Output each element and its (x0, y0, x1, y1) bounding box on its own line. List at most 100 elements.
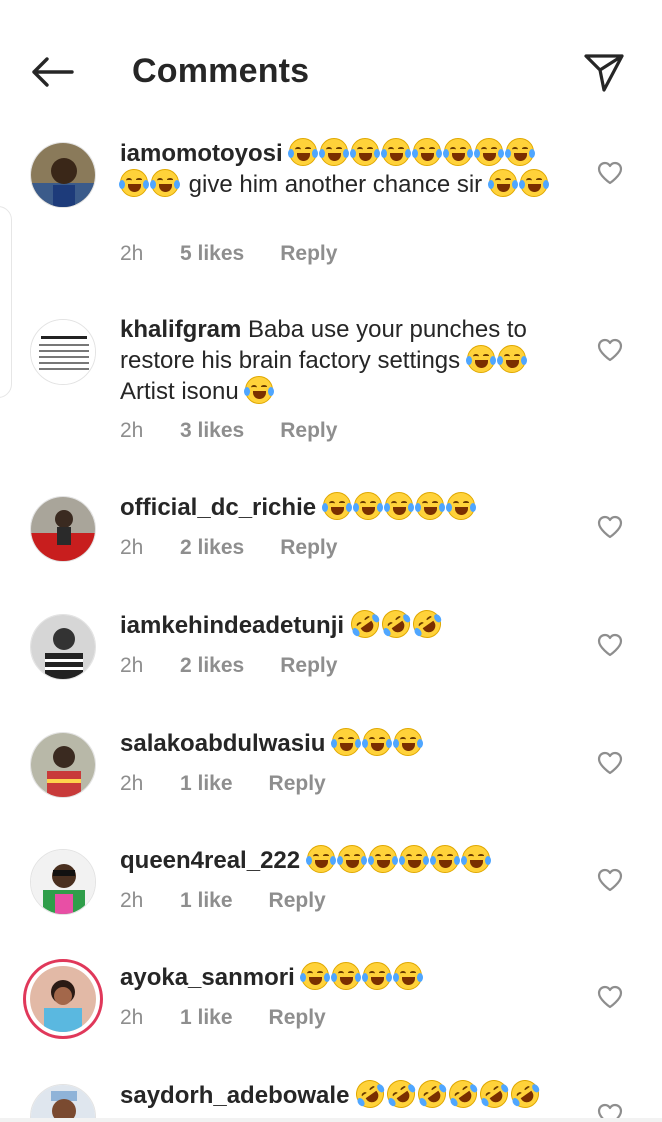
joy-emoji-icon (383, 492, 414, 520)
joy-emoji-icon (362, 962, 393, 990)
rofl-emoji-icon (407, 604, 447, 644)
heart-icon (597, 633, 623, 657)
avatar[interactable] (30, 142, 96, 208)
joy-emoji-icon (518, 169, 549, 197)
like-button[interactable] (596, 867, 624, 893)
rofl-emoji-icon (505, 1080, 545, 1114)
reply-button[interactable]: Reply (280, 242, 337, 266)
avatar[interactable] (30, 1084, 96, 1122)
joy-emoji-icon (487, 169, 518, 197)
heart-icon (597, 515, 623, 539)
joy-emoji-icon (414, 492, 445, 520)
joy-emoji-icon (496, 345, 527, 373)
comment-username[interactable]: iamomotoyosi (120, 140, 283, 167)
like-button[interactable] (596, 632, 624, 658)
comment-meta: 2h 5 likes Reply (120, 242, 337, 266)
comment-username[interactable]: salakoabdulwasiu (120, 730, 325, 757)
likes-count[interactable]: 3 likes (180, 419, 244, 443)
comment-meta: 2h 1 like Reply (120, 889, 326, 913)
likes-count[interactable]: 1 like (180, 1006, 233, 1030)
joy-emoji-icon (321, 492, 352, 520)
comment-username[interactable]: ayoka_sanmori (120, 964, 295, 991)
joy-emoji-icon (381, 138, 412, 166)
comment-username[interactable]: iamkehindeadetunji (120, 612, 344, 639)
heart-icon (597, 868, 623, 892)
comment-text: khalifgram Baba use your punches to rest… (120, 315, 560, 407)
comment-time: 2h (120, 1006, 144, 1029)
comment-time: 2h (120, 654, 144, 677)
joy-emoji-icon (443, 138, 474, 166)
comment-time: 2h (120, 889, 144, 912)
heart-icon (597, 985, 623, 1009)
page-title: Comments (132, 52, 310, 90)
comment-text: ayoka_sanmori (120, 962, 560, 993)
joy-emoji-icon (244, 376, 275, 404)
avatar[interactable] (30, 849, 96, 915)
heart-icon (597, 751, 623, 775)
comment-body: give him another chance sir (188, 171, 483, 198)
comment-username[interactable]: khalifgram (120, 316, 241, 343)
comment-text: iamomotoyosi give him another chance sir (119, 138, 560, 200)
arrow-left-icon (32, 57, 74, 87)
reply-button[interactable]: Reply (280, 654, 337, 678)
back-button[interactable] (26, 50, 78, 94)
heart-icon (597, 161, 623, 185)
comment-meta: 2h 3 likes Reply (120, 419, 337, 443)
joy-emoji-icon (305, 845, 336, 873)
reply-button[interactable]: Reply (280, 419, 337, 443)
like-button[interactable] (596, 337, 624, 363)
likes-count[interactable]: 1 like (180, 772, 233, 796)
comment-text: salakoabdulwasiu (120, 728, 560, 759)
avatar-with-story-ring[interactable] (23, 959, 103, 1039)
joy-emoji-icon (336, 845, 367, 873)
joy-emoji-icon (393, 728, 424, 756)
likes-count[interactable]: 2 likes (180, 536, 244, 560)
comment-body-continued: Artist isonu (120, 378, 239, 405)
likes-count[interactable]: 1 like (180, 889, 233, 913)
joy-emoji-icon (352, 492, 383, 520)
joy-emoji-icon (319, 138, 350, 166)
joy-emoji-icon (367, 845, 398, 873)
joy-emoji-icon (474, 138, 505, 166)
joy-emoji-icon (398, 845, 429, 873)
comment-username[interactable]: queen4real_222 (120, 847, 300, 874)
heart-icon (597, 338, 623, 362)
comment-time: 2h (120, 419, 144, 442)
bottom-divider (0, 1118, 662, 1122)
share-button[interactable] (578, 46, 630, 98)
likes-count[interactable]: 5 likes (180, 242, 244, 266)
avatar[interactable] (30, 732, 96, 798)
comment-time: 2h (120, 772, 144, 795)
comment-username[interactable]: official_dc_richie (120, 494, 316, 521)
like-button[interactable] (596, 984, 624, 1010)
joy-emoji-icon (331, 728, 362, 756)
like-button[interactable] (596, 750, 624, 776)
comment-item: saydorh_adebowale (0, 1080, 662, 1122)
joy-emoji-icon (445, 492, 476, 520)
joy-emoji-icon (465, 345, 496, 373)
like-button[interactable] (596, 160, 624, 186)
reply-button[interactable]: Reply (269, 772, 326, 796)
rofl-emoji-icon (350, 1080, 390, 1114)
rofl-emoji-icon (474, 1080, 514, 1114)
avatar[interactable] (30, 496, 96, 562)
joy-emoji-icon (300, 962, 331, 990)
comment-text: queen4real_222 (120, 845, 560, 876)
joy-emoji-icon (429, 845, 460, 873)
joy-emoji-icon (460, 845, 491, 873)
comment-text: saydorh_adebowale (120, 1080, 560, 1114)
reply-button[interactable]: Reply (269, 1006, 326, 1030)
reply-button[interactable]: Reply (280, 536, 337, 560)
rofl-emoji-icon (376, 604, 416, 644)
reply-button[interactable]: Reply (269, 889, 326, 913)
likes-count[interactable]: 2 likes (180, 654, 244, 678)
comment-username[interactable]: saydorh_adebowale (120, 1082, 349, 1109)
avatar[interactable] (30, 319, 96, 385)
comment-text: iamkehindeadetunji (120, 604, 560, 644)
avatar[interactable] (30, 614, 96, 680)
comment-meta: 2h 2 likes Reply (120, 654, 337, 678)
joy-emoji-icon (393, 962, 424, 990)
joy-emoji-icon (350, 138, 381, 166)
like-button[interactable] (596, 514, 624, 540)
comment-time: 2h (120, 242, 144, 265)
